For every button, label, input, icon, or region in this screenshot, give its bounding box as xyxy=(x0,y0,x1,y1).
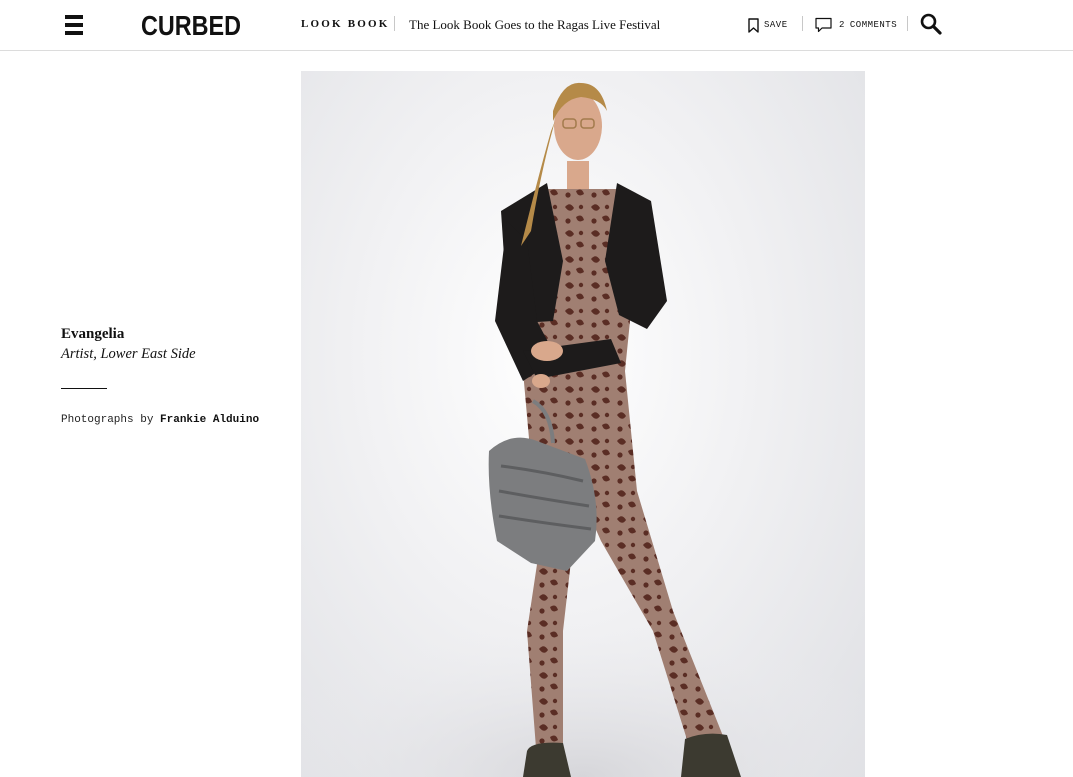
photo-credit: Photographs by Frankie Alduino xyxy=(61,414,281,426)
photographer-link[interactable]: Frankie Alduino xyxy=(160,414,259,426)
comments-label: 2 COMMENTS xyxy=(839,20,897,30)
magnifier-icon xyxy=(920,13,942,35)
save-button[interactable]: SAVE xyxy=(748,16,788,34)
divider xyxy=(802,16,803,31)
logo-text: CURBED xyxy=(141,10,241,39)
credit-prefix: Photographs by xyxy=(61,414,154,426)
curbed-logo[interactable]: CURBED xyxy=(140,9,242,41)
comments-text: COMMENTS xyxy=(849,20,898,30)
caption-rule xyxy=(61,388,107,389)
comments-count: 2 xyxy=(839,20,845,30)
subject-name: Evangelia xyxy=(61,326,125,342)
subject-role: Artist, Lower East Side xyxy=(61,346,196,362)
search-button[interactable] xyxy=(920,13,942,35)
top-nav-bar: CURBED LOOK BOOK The Look Book Goes to t… xyxy=(0,0,1073,51)
comments-button[interactable]: 2 COMMENTS xyxy=(815,16,897,34)
comment-bubble-icon xyxy=(815,17,832,33)
photo-caption: Evangelia Artist, Lower East Side Photog… xyxy=(61,325,281,426)
hamburger-icon[interactable] xyxy=(65,15,83,36)
curbed-logo-mark: CURBED xyxy=(141,10,241,41)
portrait-photo xyxy=(301,71,865,777)
save-label: SAVE xyxy=(764,20,788,30)
divider xyxy=(907,16,908,31)
bookmark-icon xyxy=(748,17,759,33)
article-title[interactable]: The Look Book Goes to the Ragas Live Fes… xyxy=(409,17,660,33)
portrait-illustration xyxy=(301,82,865,777)
section-label[interactable]: LOOK BOOK xyxy=(301,18,390,30)
divider xyxy=(394,16,395,31)
